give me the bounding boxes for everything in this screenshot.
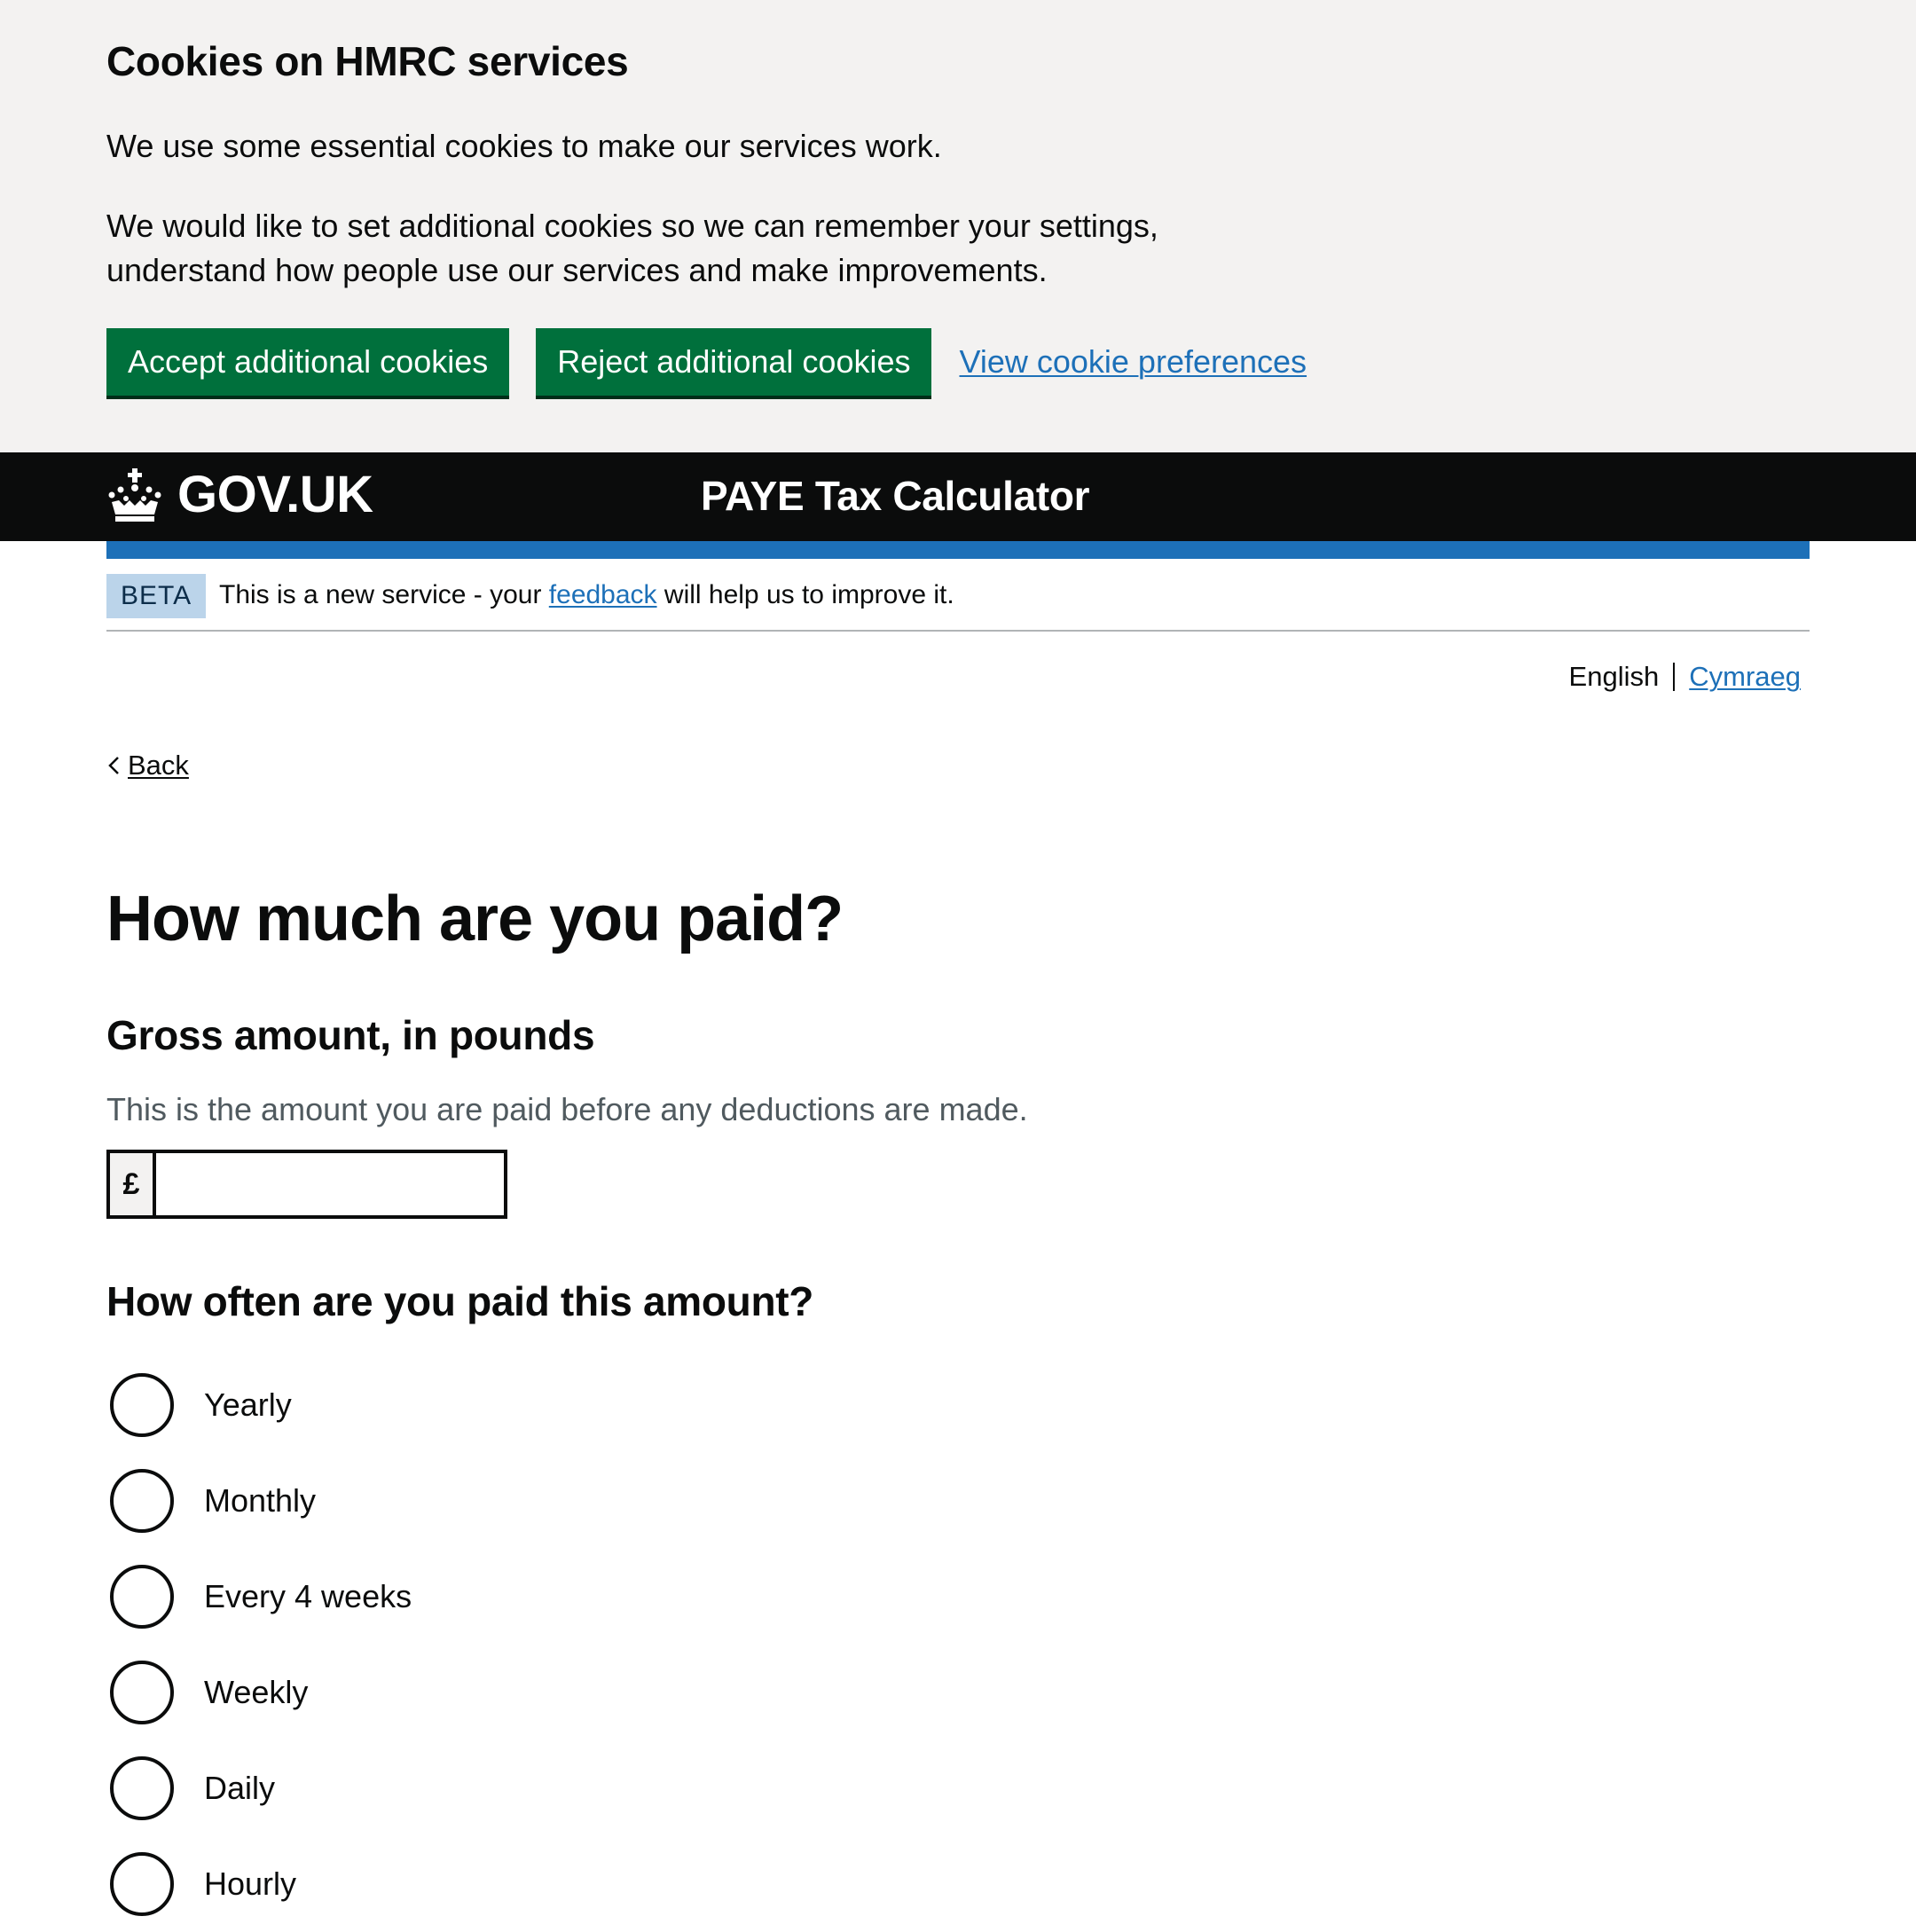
phase-banner-text: This is a new service - your feedback wi… bbox=[219, 580, 954, 610]
radio-option-yearly[interactable]: Yearly bbox=[106, 1357, 412, 1453]
radio-label[interactable]: Daily bbox=[204, 1770, 275, 1807]
cookie-banner: Cookies on HMRC services We use some ess… bbox=[0, 0, 1916, 452]
phase-text-before: This is a new service - your bbox=[219, 580, 542, 609]
cookie-banner-text: We would like to set additional cookies … bbox=[106, 208, 1158, 288]
amount-label: Gross amount, in pounds bbox=[106, 1012, 595, 1058]
radio-label[interactable]: Monthly bbox=[204, 1482, 316, 1520]
radio-button[interactable] bbox=[110, 1565, 174, 1629]
radio-label[interactable]: Hourly bbox=[204, 1865, 296, 1903]
feedback-link[interactable]: feedback bbox=[549, 580, 657, 609]
radio-label[interactable]: Every 4 weeks bbox=[204, 1578, 412, 1615]
phase-banner: BETA This is a new service - your feedba… bbox=[106, 568, 1810, 632]
site-header: GOV.UK PAYE Tax Calculator bbox=[0, 452, 1916, 541]
crown-icon bbox=[108, 467, 161, 522]
currency-prefix: £ bbox=[106, 1150, 153, 1219]
view-cookie-preferences-link[interactable]: View cookie preferences bbox=[959, 343, 1307, 381]
cookie-banner-actions: Accept additional cookies Reject additio… bbox=[106, 328, 1307, 396]
accept-cookies-button[interactable]: Accept additional cookies bbox=[106, 328, 510, 396]
radio-button[interactable] bbox=[110, 1756, 174, 1820]
govuk-logo[interactable]: GOV.UK bbox=[106, 465, 373, 524]
language-separator bbox=[1673, 663, 1676, 691]
reject-cookies-button[interactable]: Reject additional cookies bbox=[536, 328, 932, 396]
frequency-legend: How often are you paid this amount? bbox=[106, 1278, 814, 1324]
radio-button[interactable] bbox=[110, 1852, 174, 1916]
radio-option-weekly[interactable]: Weekly bbox=[106, 1645, 412, 1740]
radio-option-monthly[interactable]: Monthly bbox=[106, 1453, 412, 1549]
header-blue-bar bbox=[106, 541, 1810, 559]
phase-text-after: will help us to improve it. bbox=[664, 580, 954, 609]
radio-label[interactable]: Weekly bbox=[204, 1674, 308, 1711]
amount-hint: This is the amount you are paid before a… bbox=[106, 1091, 1028, 1127]
language-cymraeg-link[interactable]: Cymraeg bbox=[1689, 661, 1801, 693]
page-title: How much are you paid? bbox=[106, 884, 844, 954]
amount-input-wrapper: £ bbox=[106, 1150, 507, 1219]
radio-option-hourly[interactable]: Hourly bbox=[106, 1836, 412, 1932]
radio-option-every-4-weeks[interactable]: Every 4 weeks bbox=[106, 1549, 412, 1645]
amount-input[interactable] bbox=[153, 1150, 507, 1219]
chevron-left-icon bbox=[108, 757, 119, 774]
service-name[interactable]: PAYE Tax Calculator bbox=[701, 472, 1090, 520]
radio-label[interactable]: Yearly bbox=[204, 1386, 292, 1424]
radio-option-daily[interactable]: Daily bbox=[106, 1740, 412, 1836]
cookie-banner-text: We use some essential cookies to make ou… bbox=[106, 128, 942, 164]
back-link-container: Back bbox=[106, 750, 189, 781]
radio-button[interactable] bbox=[110, 1661, 174, 1724]
back-link[interactable]: Back bbox=[128, 750, 189, 781]
language-toggle: English Cymraeg bbox=[1569, 661, 1801, 693]
frequency-radio-group: Yearly Monthly Every 4 weeks Weekly Dail… bbox=[106, 1357, 412, 1932]
cookie-banner-title: Cookies on HMRC services bbox=[106, 38, 629, 84]
radio-button[interactable] bbox=[110, 1373, 174, 1437]
language-english: English bbox=[1568, 661, 1660, 692]
logo-text: GOV.UK bbox=[177, 466, 373, 523]
radio-button[interactable] bbox=[110, 1469, 174, 1533]
beta-tag: BETA bbox=[106, 574, 207, 618]
